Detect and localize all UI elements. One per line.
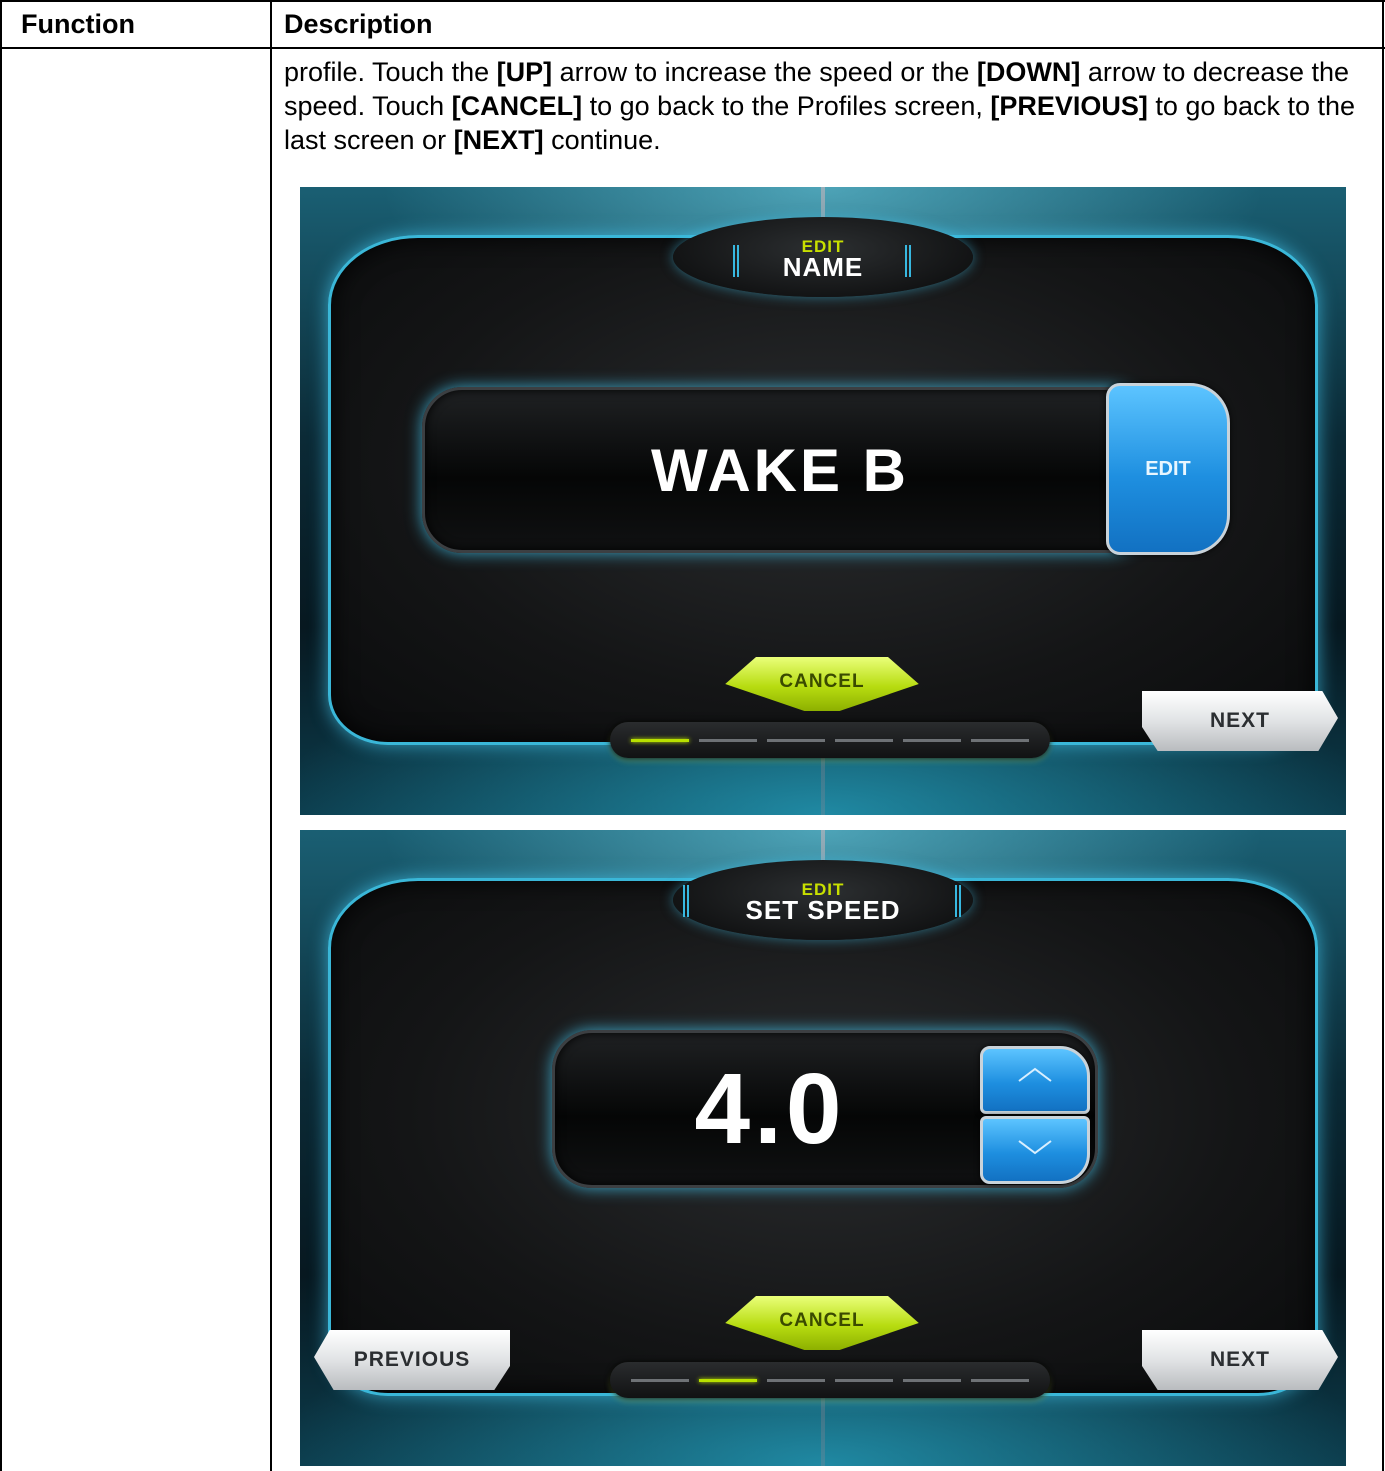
next-button-label: NEXT <box>1209 1348 1270 1371</box>
title-tab: EDIT SET SPEED <box>673 860 973 940</box>
progress-indicator <box>610 722 1050 758</box>
progress-step-2 <box>699 1378 757 1382</box>
page-title: SET SPEED <box>745 895 901 925</box>
speed-up-button[interactable] <box>980 1046 1090 1114</box>
progress-step-4 <box>835 1378 893 1382</box>
table-header-divider <box>0 47 1385 49</box>
progress-step-3 <box>767 738 825 742</box>
table-border-right <box>1382 0 1384 1471</box>
progress-step-5 <box>903 1378 961 1382</box>
table-column-divider <box>270 0 272 1471</box>
edit-button[interactable]: EDIT <box>1106 383 1230 555</box>
page-title: NAME <box>782 252 864 282</box>
speed-value: 4.0 <box>694 1052 846 1165</box>
next-button[interactable]: NEXT <box>1142 691 1338 751</box>
description-paragraph: profile. Touch the [UP] arrow to increas… <box>284 57 1356 155</box>
next-button-label: NEXT <box>1209 709 1270 732</box>
edit-button-label: EDIT <box>1145 457 1191 480</box>
cancel-button-label: CANCEL <box>779 1310 865 1331</box>
progress-step-3 <box>767 1378 825 1382</box>
chevron-down-icon <box>983 1135 1087 1166</box>
progress-step-4 <box>835 738 893 742</box>
progress-step-2 <box>699 738 757 742</box>
edit-name-screen: EDIT NAME WAKE B EDIT CANCEL NEXT <box>300 187 1346 815</box>
edit-speed-screen: EDIT SET SPEED 4.0 CANCEL PREVIOUS NEXT <box>300 830 1346 1466</box>
previous-button[interactable]: PREVIOUS <box>314 1330 510 1390</box>
progress-step-6 <box>971 738 1029 742</box>
progress-step-1 <box>631 738 689 742</box>
next-button[interactable]: NEXT <box>1142 1330 1338 1390</box>
cancel-button-label: CANCEL <box>779 671 865 692</box>
speed-down-button[interactable] <box>980 1116 1090 1184</box>
header-description: Description <box>284 9 433 39</box>
name-field[interactable]: WAKE B <box>422 387 1148 553</box>
progress-indicator <box>610 1362 1050 1398</box>
table-border-top <box>0 0 1385 2</box>
title-tab: EDIT NAME <box>673 217 973 297</box>
chevron-up-icon <box>983 1061 1087 1092</box>
table-border-left <box>0 0 2 1471</box>
progress-step-1 <box>631 1378 689 1382</box>
header-function: Function <box>21 9 135 39</box>
name-value: WAKE B <box>651 436 909 504</box>
progress-step-6 <box>971 1378 1029 1382</box>
progress-step-5 <box>903 738 961 742</box>
previous-button-label: PREVIOUS <box>353 1348 471 1371</box>
